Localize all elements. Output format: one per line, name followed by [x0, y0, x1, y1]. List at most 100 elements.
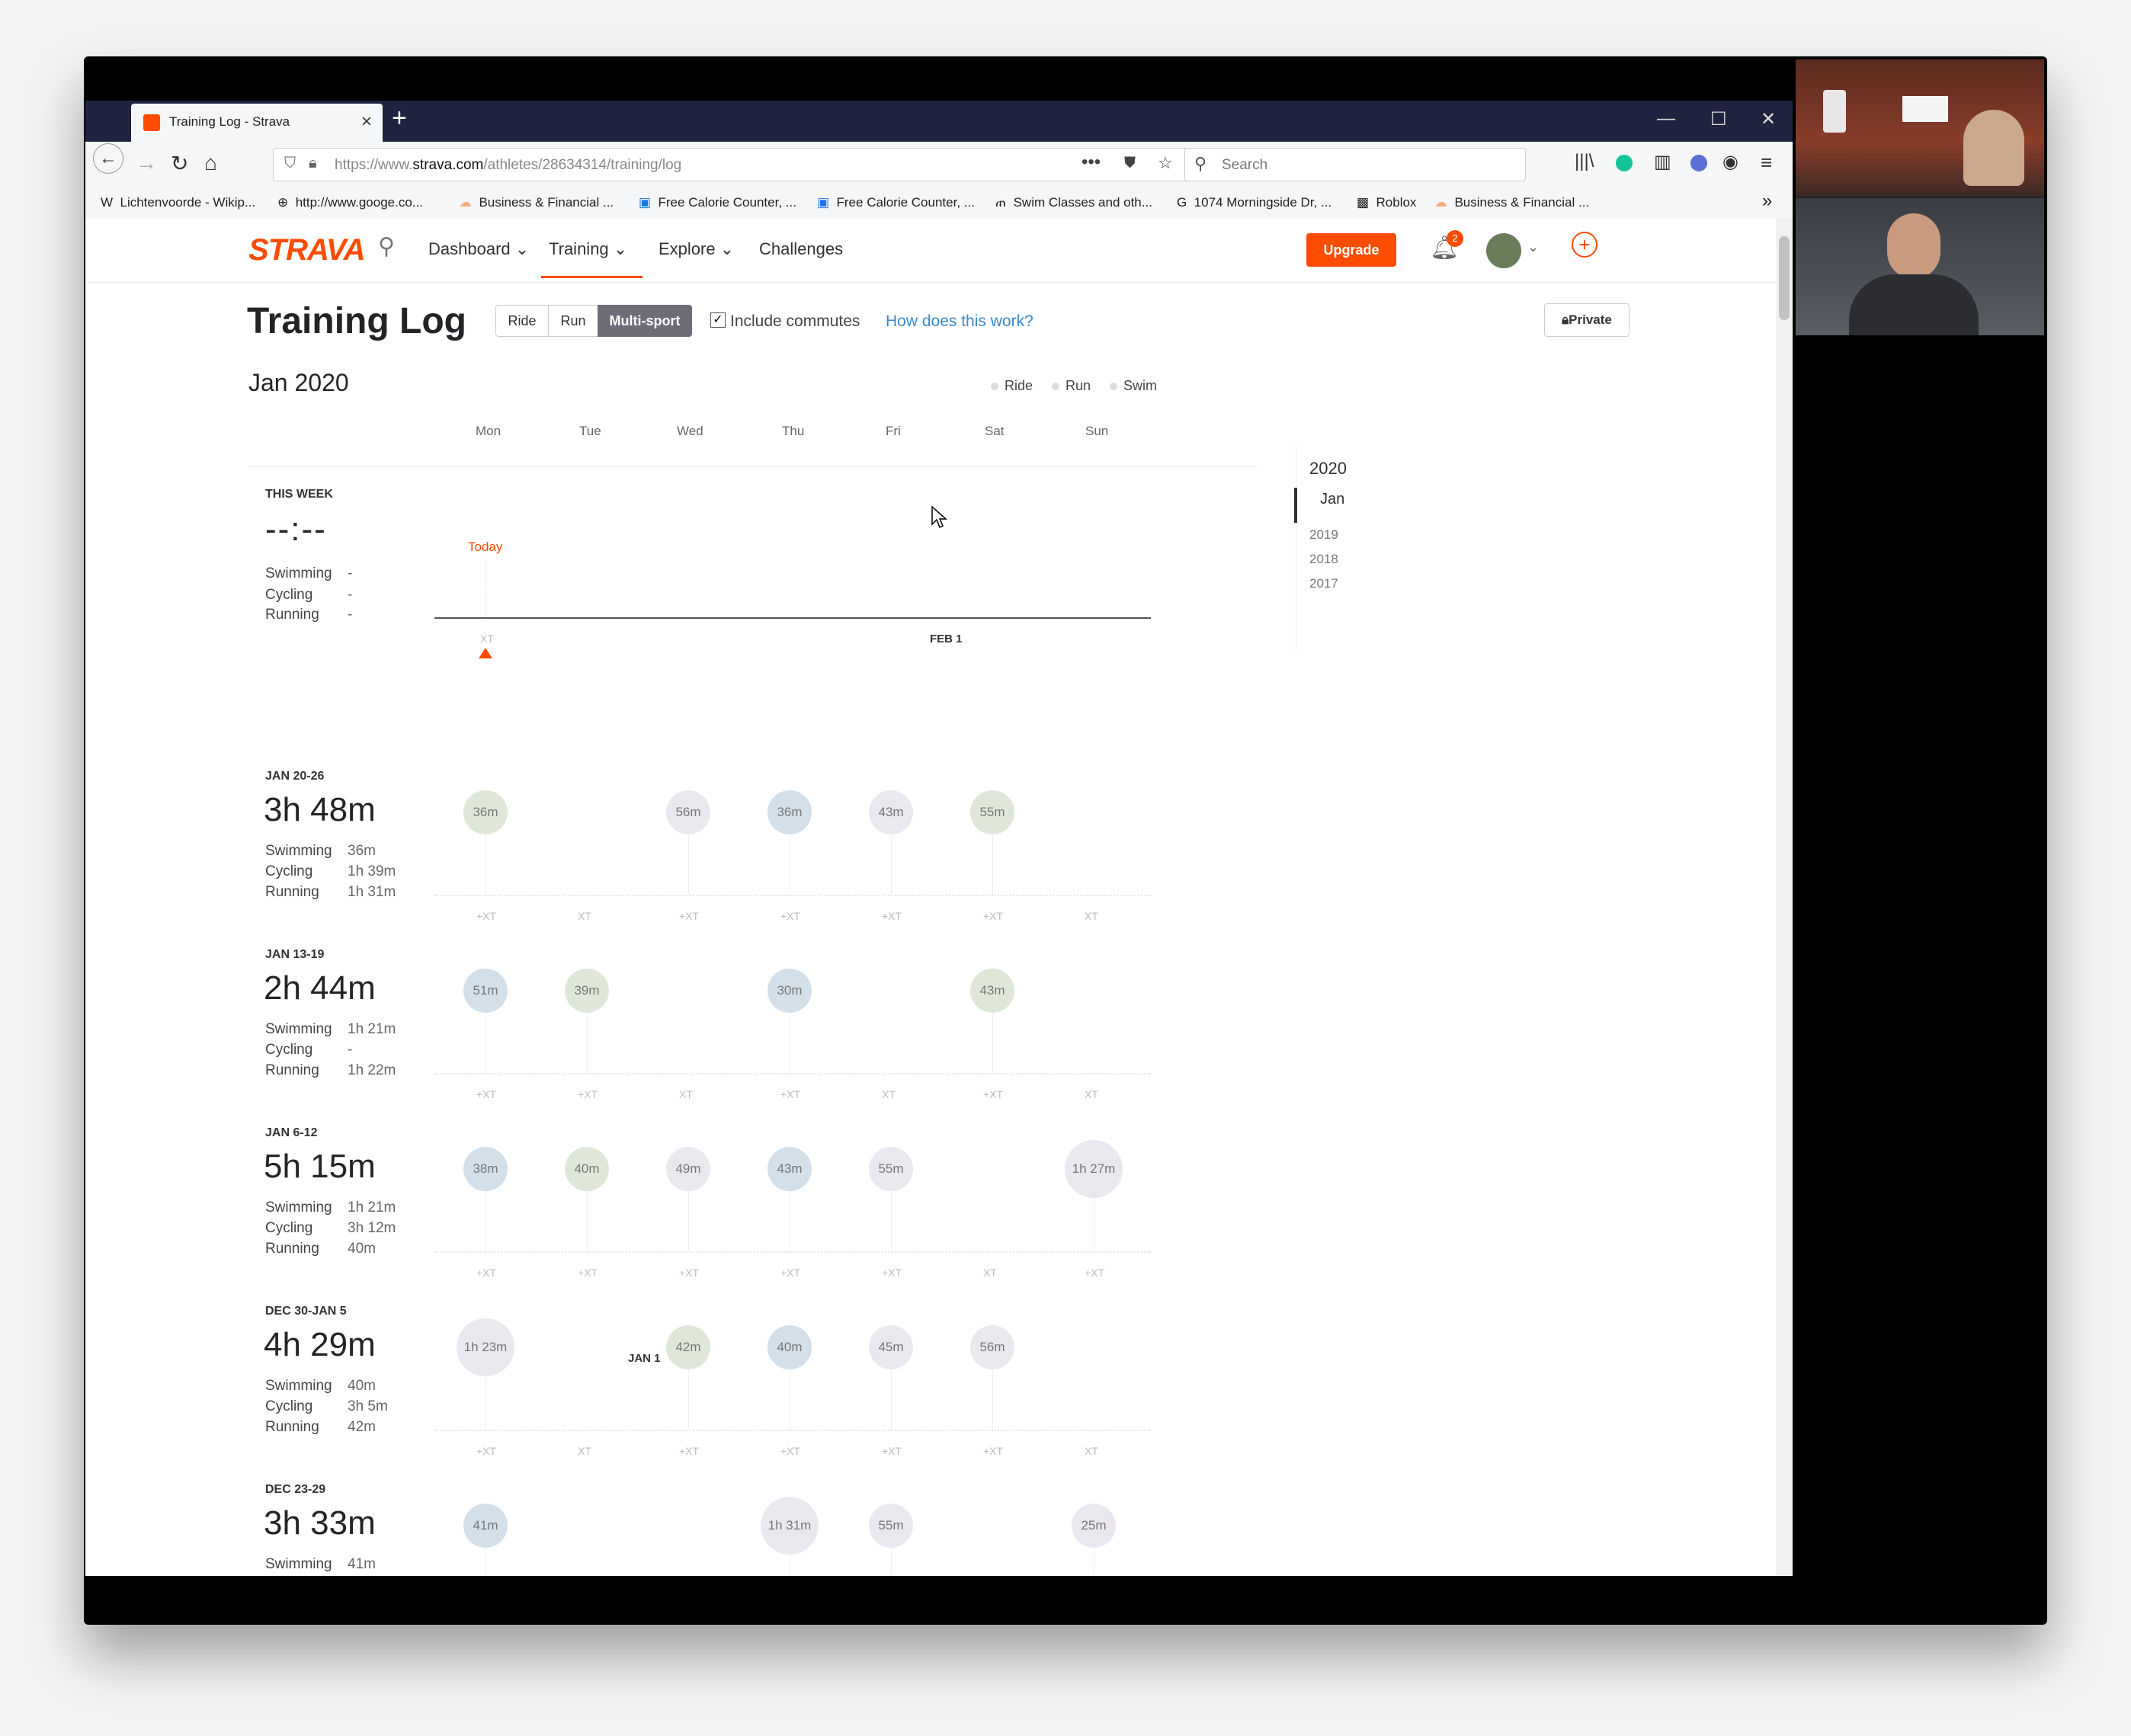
xt-label[interactable]: +XT [679, 910, 699, 922]
xt-label[interactable]: +XT [780, 1088, 800, 1100]
xt-label[interactable]: +XT [780, 1445, 800, 1457]
scrollbar[interactable] [1776, 218, 1793, 1576]
activity-circle[interactable]: 45m [869, 1325, 913, 1369]
year-link[interactable]: 2017 [1309, 576, 1338, 591]
activity-circle[interactable]: 55m [869, 1504, 913, 1548]
activity-circle[interactable]: 55m [970, 790, 1014, 834]
activity-circle[interactable]: 1h 31m [761, 1497, 819, 1555]
activity-circle[interactable]: 56m [666, 790, 710, 834]
new-tab-icon[interactable]: + [392, 104, 407, 133]
xt-label[interactable]: +XT [578, 1088, 598, 1100]
upgrade-button[interactable]: Upgrade [1306, 233, 1396, 267]
xt-label[interactable]: +XT [983, 1088, 1003, 1100]
bookmark-item[interactable]: ጠ Swim Classes and oth... [995, 195, 1152, 210]
year-current[interactable]: 2020 [1309, 459, 1347, 479]
home-icon[interactable]: ⌂ [204, 151, 217, 175]
strava-logo[interactable]: STRAVA [248, 233, 366, 267]
chevron-down-icon[interactable]: ⌄ [1527, 239, 1539, 255]
xt-label[interactable]: XT [578, 1445, 591, 1457]
xt-label[interactable]: +XT [882, 910, 902, 922]
xt-label[interactable]: XT [1085, 910, 1098, 922]
month-current[interactable]: Jan [1320, 491, 1344, 508]
xt-label[interactable]: +XT [476, 910, 496, 922]
menu-challenges[interactable]: Challenges [759, 239, 843, 259]
include-commutes-checkbox[interactable]: ✓ [710, 312, 726, 328]
activity-circle[interactable]: 42m [666, 1325, 710, 1369]
activity-circle[interactable]: 36m [767, 790, 812, 834]
minimize-icon[interactable]: — [1657, 108, 1675, 130]
tab-ride[interactable]: Ride [495, 305, 549, 337]
activity-circle[interactable]: 49m [666, 1147, 710, 1191]
xt-label[interactable]: XT [1085, 1088, 1098, 1100]
xt-label[interactable]: +XT [983, 1445, 1003, 1457]
bookmark-item[interactable]: W Lichtenvoorde - Wikip... [101, 195, 255, 210]
shield-icon[interactable]: ⛉ [284, 155, 296, 172]
xt-label[interactable]: +XT [983, 910, 1003, 922]
xt-label[interactable]: +XT [679, 1267, 699, 1279]
xt-label[interactable]: XT [1085, 1445, 1098, 1457]
xt-label[interactable]: +XT [476, 1088, 496, 1100]
xt-label[interactable]: +XT [578, 1267, 598, 1279]
bookmark-item[interactable]: G 1074 Morningside Dr, ... [1177, 195, 1331, 210]
activity-circle[interactable]: 40m [767, 1325, 812, 1369]
activity-circle[interactable]: 41m [463, 1504, 508, 1548]
xt-label[interactable]: +XT [1085, 1267, 1104, 1279]
scrollbar-thumb[interactable] [1779, 236, 1790, 320]
more-bookmarks-icon[interactable]: » [1762, 191, 1772, 212]
xt-label[interactable]: +XT [780, 910, 800, 922]
close-window-icon[interactable]: ✕ [1761, 108, 1776, 130]
bookmark-star-icon[interactable]: ☆ [1158, 153, 1173, 173]
url-bar[interactable]: ⛉ 🔒︎ https://www.strava.com/athletes/286… [273, 148, 1258, 181]
search-input[interactable]: ⚲ Search [1184, 148, 1526, 181]
year-link[interactable]: 2019 [1309, 527, 1338, 543]
how-does-this-work-link[interactable]: How does this work? [886, 312, 1033, 331]
sidebar-icon[interactable]: ▥ [1654, 151, 1671, 173]
bookmark-item[interactable]: ▣ Free Calorie Counter, ... [817, 195, 975, 210]
year-link[interactable]: 2018 [1309, 552, 1338, 567]
activity-circle[interactable]: 55m [869, 1147, 913, 1191]
xt-label[interactable]: XT [578, 910, 591, 922]
activity-circle[interactable]: 43m [970, 969, 1014, 1013]
bookmark-item[interactable]: ⊕ http://www.googe.co... [277, 195, 423, 210]
hamburger-menu-icon[interactable]: ≡ [1761, 151, 1772, 175]
activity-circle[interactable]: 1h 27m [1065, 1140, 1123, 1198]
browser-tab[interactable]: Training Log - Strava × [131, 104, 383, 142]
avatar[interactable] [1486, 233, 1521, 268]
activity-circle[interactable]: 1h 23m [457, 1318, 514, 1376]
private-button[interactable]: 🔒︎Private [1544, 303, 1629, 337]
close-tab-icon[interactable]: × [361, 111, 372, 133]
xt-label[interactable]: +XT [780, 1267, 800, 1279]
maximize-icon[interactable]: ☐ [1710, 108, 1727, 130]
extension-icon[interactable] [1690, 155, 1707, 171]
xt-label[interactable]: +XT [476, 1445, 496, 1457]
activity-circle[interactable]: 51m [463, 969, 508, 1013]
search-icon[interactable]: ⚲ [378, 233, 395, 260]
menu-dashboard[interactable]: Dashboard ⌄ [428, 239, 529, 259]
bookmark-item[interactable]: ☁ Business & Financial ... [459, 195, 614, 210]
pocket-icon[interactable]: ⛊ [1124, 155, 1136, 172]
menu-explore[interactable]: Explore ⌄ [659, 239, 734, 259]
back-icon[interactable]: ← [93, 143, 123, 174]
tab-run[interactable]: Run [548, 305, 598, 337]
xt-label[interactable]: +XT [476, 1267, 496, 1279]
bookmark-item[interactable]: ▣ Free Calorie Counter, ... [639, 195, 796, 210]
activity-circle[interactable]: 38m [463, 1147, 508, 1191]
activity-circle[interactable]: 43m [869, 790, 913, 834]
xt-label[interactable]: +XT [882, 1267, 902, 1279]
xt-label[interactable]: +XT [679, 1445, 699, 1457]
grammarly-icon[interactable] [1616, 155, 1633, 171]
xt-label[interactable]: +XT [882, 1445, 902, 1457]
activity-circle[interactable]: 43m [767, 1147, 812, 1191]
bookmark-item[interactable]: ☁ Business & Financial ... [1434, 195, 1589, 210]
add-icon[interactable]: + [1572, 232, 1597, 258]
xt-label[interactable]: XT [882, 1088, 896, 1100]
activity-circle[interactable]: 36m [463, 790, 508, 834]
activity-circle[interactable]: 40m [565, 1147, 609, 1191]
reload-icon[interactable]: ↻ [171, 151, 188, 176]
menu-training[interactable]: Training ⌄ [541, 239, 643, 278]
xt-label[interactable]: XT [679, 1088, 693, 1100]
activity-circle[interactable]: 39m [565, 969, 609, 1013]
activity-circle[interactable]: 56m [970, 1325, 1014, 1369]
tab-multi-sport[interactable]: Multi-sport [598, 305, 692, 337]
activity-circle[interactable]: 25m [1072, 1504, 1116, 1548]
